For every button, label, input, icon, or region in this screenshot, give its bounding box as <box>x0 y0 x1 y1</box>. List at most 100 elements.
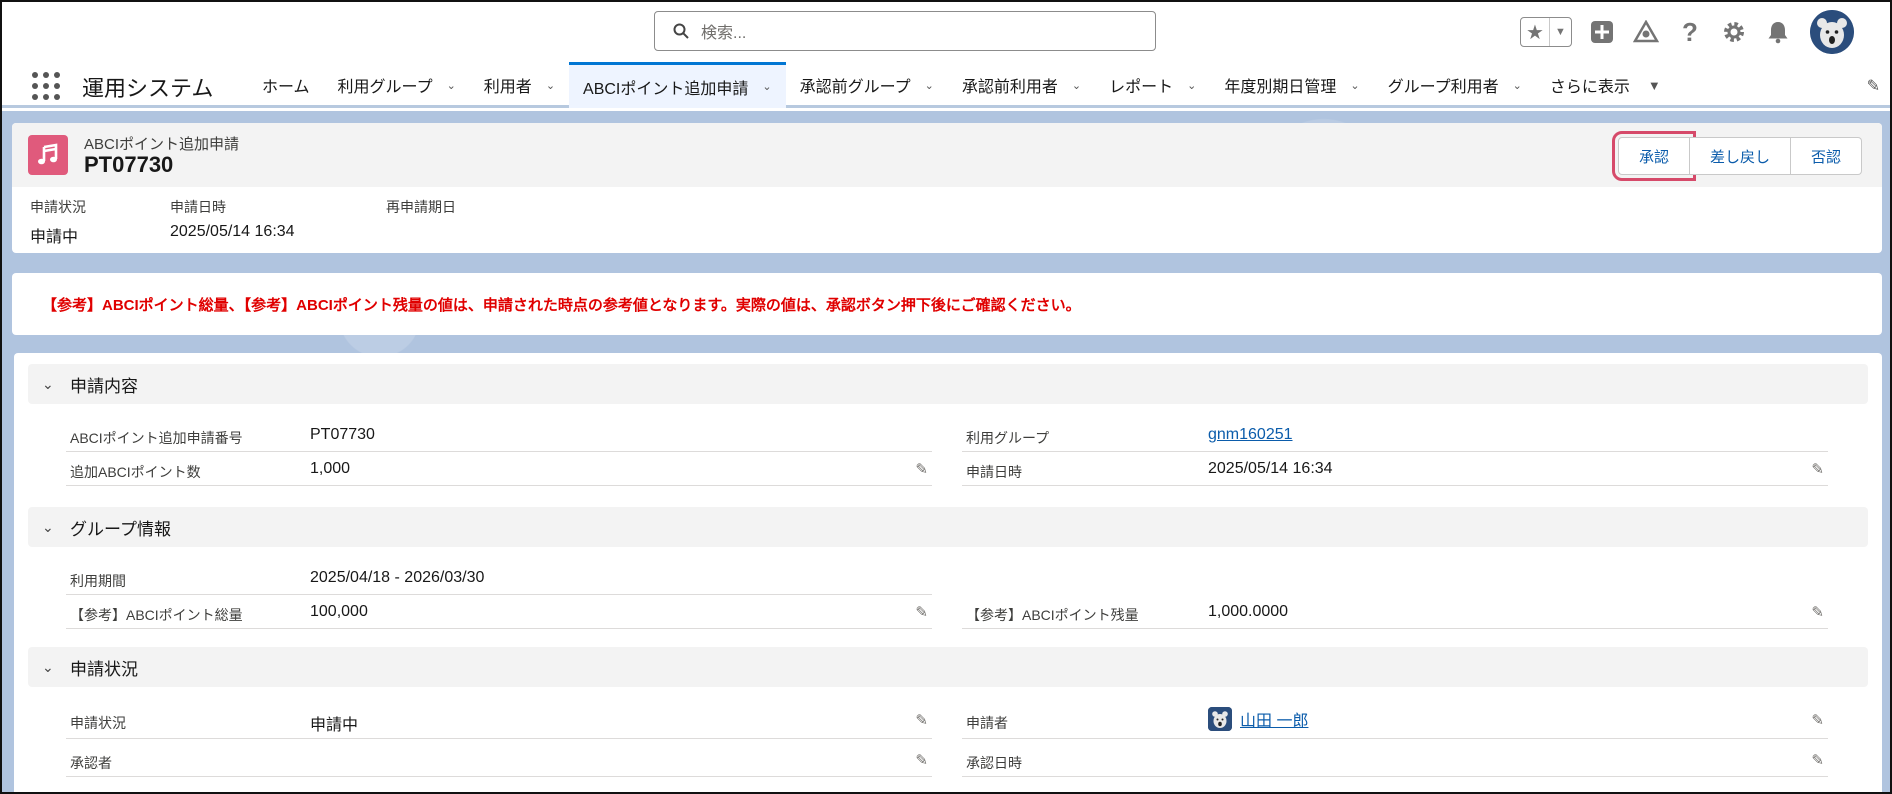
add-icon[interactable] <box>1588 18 1616 46</box>
global-actions: ★ ▼ ? <box>1520 10 1854 54</box>
bell-icon[interactable] <box>1764 18 1792 46</box>
section-status-header[interactable]: ⌄ 申請状況 <box>28 647 1868 687</box>
field-approved-at: 承認日時 ✎ <box>962 743 1828 777</box>
app-window: 検索... ★ ▼ ? 運用システム ホーム 利用グループ ⌄ 利用者 ⌄ AB… <box>0 0 1892 794</box>
field-value: 申請中 <box>30 229 79 246</box>
star-icon[interactable]: ★ <box>1521 18 1550 46</box>
field-points: 追加ABCIポイント数 1,000 ✎ <box>66 452 932 486</box>
record-header: ABCIポイント追加申請 PT07730 承認 差し戻し 否認 <box>12 123 1882 187</box>
chevron-down-icon[interactable]: ⌄ <box>1187 79 1196 92</box>
chevron-down-icon[interactable]: ⌄ <box>1513 79 1522 92</box>
applicant-link[interactable]: 山田 一郎 <box>1240 707 1308 731</box>
user-chip: 山田 一郎 <box>1208 707 1308 731</box>
field-label: 承認者 <box>70 755 112 771</box>
field-label: 【参考】ABCIポイント総量 <box>70 607 243 623</box>
tab-home[interactable]: ホーム <box>248 62 324 108</box>
tab-label: ホーム <box>262 79 310 96</box>
section-title: 申請内容 <box>70 376 138 396</box>
tab-pending-groups[interactable]: 承認前グループ ⌄ <box>786 62 948 108</box>
highlight-field-reapply-deadline: 再申請期日 <box>386 197 456 247</box>
user-avatar[interactable] <box>1810 10 1854 54</box>
search-placeholder: 検索... <box>701 25 747 42</box>
tab-group-users[interactable]: グループ利用者 ⌄ <box>1374 62 1536 108</box>
app-name: 運用システム <box>82 76 214 101</box>
tab-label: グループ利用者 <box>1387 79 1499 96</box>
chevron-down-icon[interactable]: ⌄ <box>42 659 56 676</box>
chevron-down-icon[interactable]: ⌄ <box>1350 79 1359 92</box>
tab-reports[interactable]: レポート ⌄ <box>1095 62 1210 108</box>
field-period: 利用期間 2025/04/18 - 2026/03/30 <box>66 561 932 595</box>
field-label: 申請状況 <box>30 199 86 215</box>
highlight-fields: 申請状況 申請中 申請日時 2025/05/14 16:34 再申請期日 <box>30 197 536 247</box>
pencil-icon[interactable]: ✎ <box>915 711 928 729</box>
chevron-down-icon[interactable]: ⌄ <box>762 80 771 93</box>
field-total-points: 【参考】ABCIポイント総量 100,000 ✎ <box>66 595 932 629</box>
pencil-icon[interactable]: ✎ <box>915 460 928 478</box>
field-value: 2025/05/14 16:34 <box>1208 460 1333 477</box>
section-request-header[interactable]: ⌄ 申請内容 <box>28 364 1868 404</box>
group-link[interactable]: gnm160251 <box>1208 426 1293 444</box>
field-label: 追加ABCIポイント数 <box>70 464 201 480</box>
tab-label: 年度別期日管理 <box>1224 79 1337 96</box>
chevron-down-icon[interactable]: ⌄ <box>42 376 56 393</box>
pencil-icon[interactable]: ✎ <box>1811 460 1824 478</box>
field-value: 1,000 <box>310 460 351 477</box>
pencil-icon[interactable]: ✎ <box>915 751 928 769</box>
section-group-header[interactable]: ⌄ グループ情報 <box>28 507 1868 547</box>
global-header: 検索... ★ ▼ ? <box>2 2 1890 62</box>
reject-button[interactable]: 否認 <box>1790 137 1862 175</box>
field-approver: 承認者 ✎ <box>66 743 932 777</box>
field-request-date: 申請日時 2025/05/14 16:34 ✎ <box>962 452 1828 486</box>
field-request-number: ABCIポイント追加申請番号 PT07730 <box>66 418 932 452</box>
favorites-group: ★ ▼ <box>1520 17 1572 47</box>
music-note-icon <box>28 135 68 175</box>
tab-label: 承認前グループ <box>799 79 911 96</box>
user-avatar-icon <box>1208 707 1232 731</box>
field-label: 利用グループ <box>966 430 1050 446</box>
chevron-down-icon[interactable]: ⌄ <box>546 79 555 92</box>
nav-tabs: ホーム 利用グループ ⌄ 利用者 ⌄ ABCIポイント追加申請 ⌄ 承認前グループ ⌄ … <box>248 62 1675 108</box>
field-label: 再申請期日 <box>386 199 456 215</box>
tab-users[interactable]: 利用者 ⌄ <box>470 62 569 108</box>
chevron-down-icon[interactable]: ⌄ <box>42 519 56 536</box>
highlight-field-date: 申請日時 2025/05/14 16:34 <box>170 197 306 247</box>
field-label: 申請状況 <box>70 715 126 731</box>
field-label: 承認日時 <box>966 755 1022 771</box>
tab-label: ABCIポイント追加申請 <box>583 80 749 98</box>
help-icon[interactable]: ? <box>1676 17 1704 47</box>
edit-nav-icon[interactable]: ✎ <box>1867 76 1880 96</box>
notice-text: 【参考】ABCIポイント総量、【参考】ABCIポイント残量の値は、申請された時点… <box>42 297 1081 314</box>
section-title: グループ情報 <box>70 519 171 539</box>
pencil-icon[interactable]: ✎ <box>1811 711 1824 729</box>
tab-pending-users[interactable]: 承認前利用者 ⌄ <box>948 62 1095 108</box>
field-value: 100,000 <box>310 603 368 620</box>
tab-abci-point-request[interactable]: ABCIポイント追加申請 ⌄ <box>569 62 786 108</box>
send-back-button[interactable]: 差し戻し <box>1689 137 1791 175</box>
chevron-down-icon[interactable]: ⌄ <box>447 79 456 92</box>
field-value: 1,000.0000 <box>1208 603 1289 620</box>
app-nav-bar: 運用システム ホーム 利用グループ ⌄ 利用者 ⌄ ABCIポイント追加申請 ⌄ 承認… <box>2 62 1890 108</box>
field-applicant: 申請者 山田 一郎 ✎ <box>962 703 1828 739</box>
pencil-icon[interactable]: ✎ <box>1811 603 1824 621</box>
trailhead-icon[interactable] <box>1632 18 1660 46</box>
app-launcher-icon[interactable] <box>32 72 60 100</box>
tab-fiscal-deadlines[interactable]: 年度別期日管理 ⌄ <box>1210 62 1373 108</box>
chevron-down-icon[interactable]: ⌄ <box>1072 79 1081 92</box>
field-group: 利用グループ gnm160251 <box>962 418 1828 452</box>
notice-banner: 【参考】ABCIポイント総量、【参考】ABCIポイント残量の値は、申請された時点… <box>12 273 1882 335</box>
gear-icon[interactable] <box>1720 18 1748 46</box>
field-value: 2025/04/18 - 2026/03/30 <box>310 569 485 586</box>
record-highlights-panel: ABCIポイント追加申請 PT07730 承認 差し戻し 否認 申請状況 申請中… <box>12 123 1882 253</box>
record-actions: 承認 差し戻し 否認 <box>1611 131 1862 181</box>
highlight-field-status: 申請状況 申請中 <box>30 197 90 247</box>
pencil-icon[interactable]: ✎ <box>1811 751 1824 769</box>
field-value: PT07730 <box>310 426 375 443</box>
global-search-input[interactable]: 検索... <box>654 11 1156 51</box>
caret-down-icon[interactable]: ▼ <box>1550 18 1571 46</box>
tab-label: 承認前利用者 <box>961 79 1058 96</box>
approve-button[interactable]: 承認 <box>1611 131 1696 181</box>
pencil-icon[interactable]: ✎ <box>915 603 928 621</box>
chevron-down-icon[interactable]: ⌄ <box>925 79 934 92</box>
tab-more[interactable]: さらに表示 ▼ <box>1536 62 1675 108</box>
tab-groups[interactable]: 利用グループ ⌄ <box>324 62 470 108</box>
